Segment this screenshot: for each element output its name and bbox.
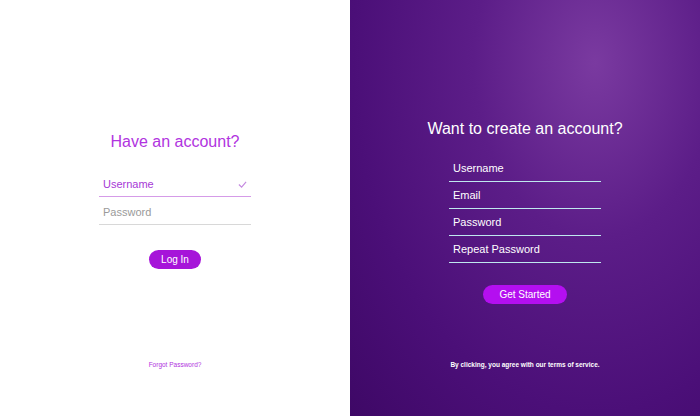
form-field [449,236,601,263]
check-icon [238,180,247,189]
terms-text: By clicking, you agree with our terms of… [450,361,599,368]
signup-form: Get Started [449,155,601,304]
get-started-button[interactable]: Get Started [483,285,567,304]
form-field [449,182,601,209]
login-title: Have an account? [111,132,240,152]
login-panel: Have an account? Log In Forgot Password? [0,0,350,416]
form-field [449,155,601,182]
auth-page: Have an account? Log In Forgot Password? Wa… [0,0,700,416]
signup-panel: Want to create an account? Get Started By … [350,0,700,416]
text-input[interactable] [453,185,597,205]
form-field [99,172,251,197]
forgot-password-link[interactable]: Forgot Password? [149,361,202,368]
login-button[interactable]: Log In [149,250,201,269]
text-input[interactable] [103,202,247,222]
text-input[interactable] [453,239,597,259]
signup-title: Want to create an account? [427,119,622,139]
text-input[interactable] [453,158,597,178]
form-field [99,200,251,225]
form-field [449,209,601,236]
text-input[interactable] [453,212,597,232]
text-input[interactable] [103,174,238,194]
login-form: Log In [99,172,251,269]
